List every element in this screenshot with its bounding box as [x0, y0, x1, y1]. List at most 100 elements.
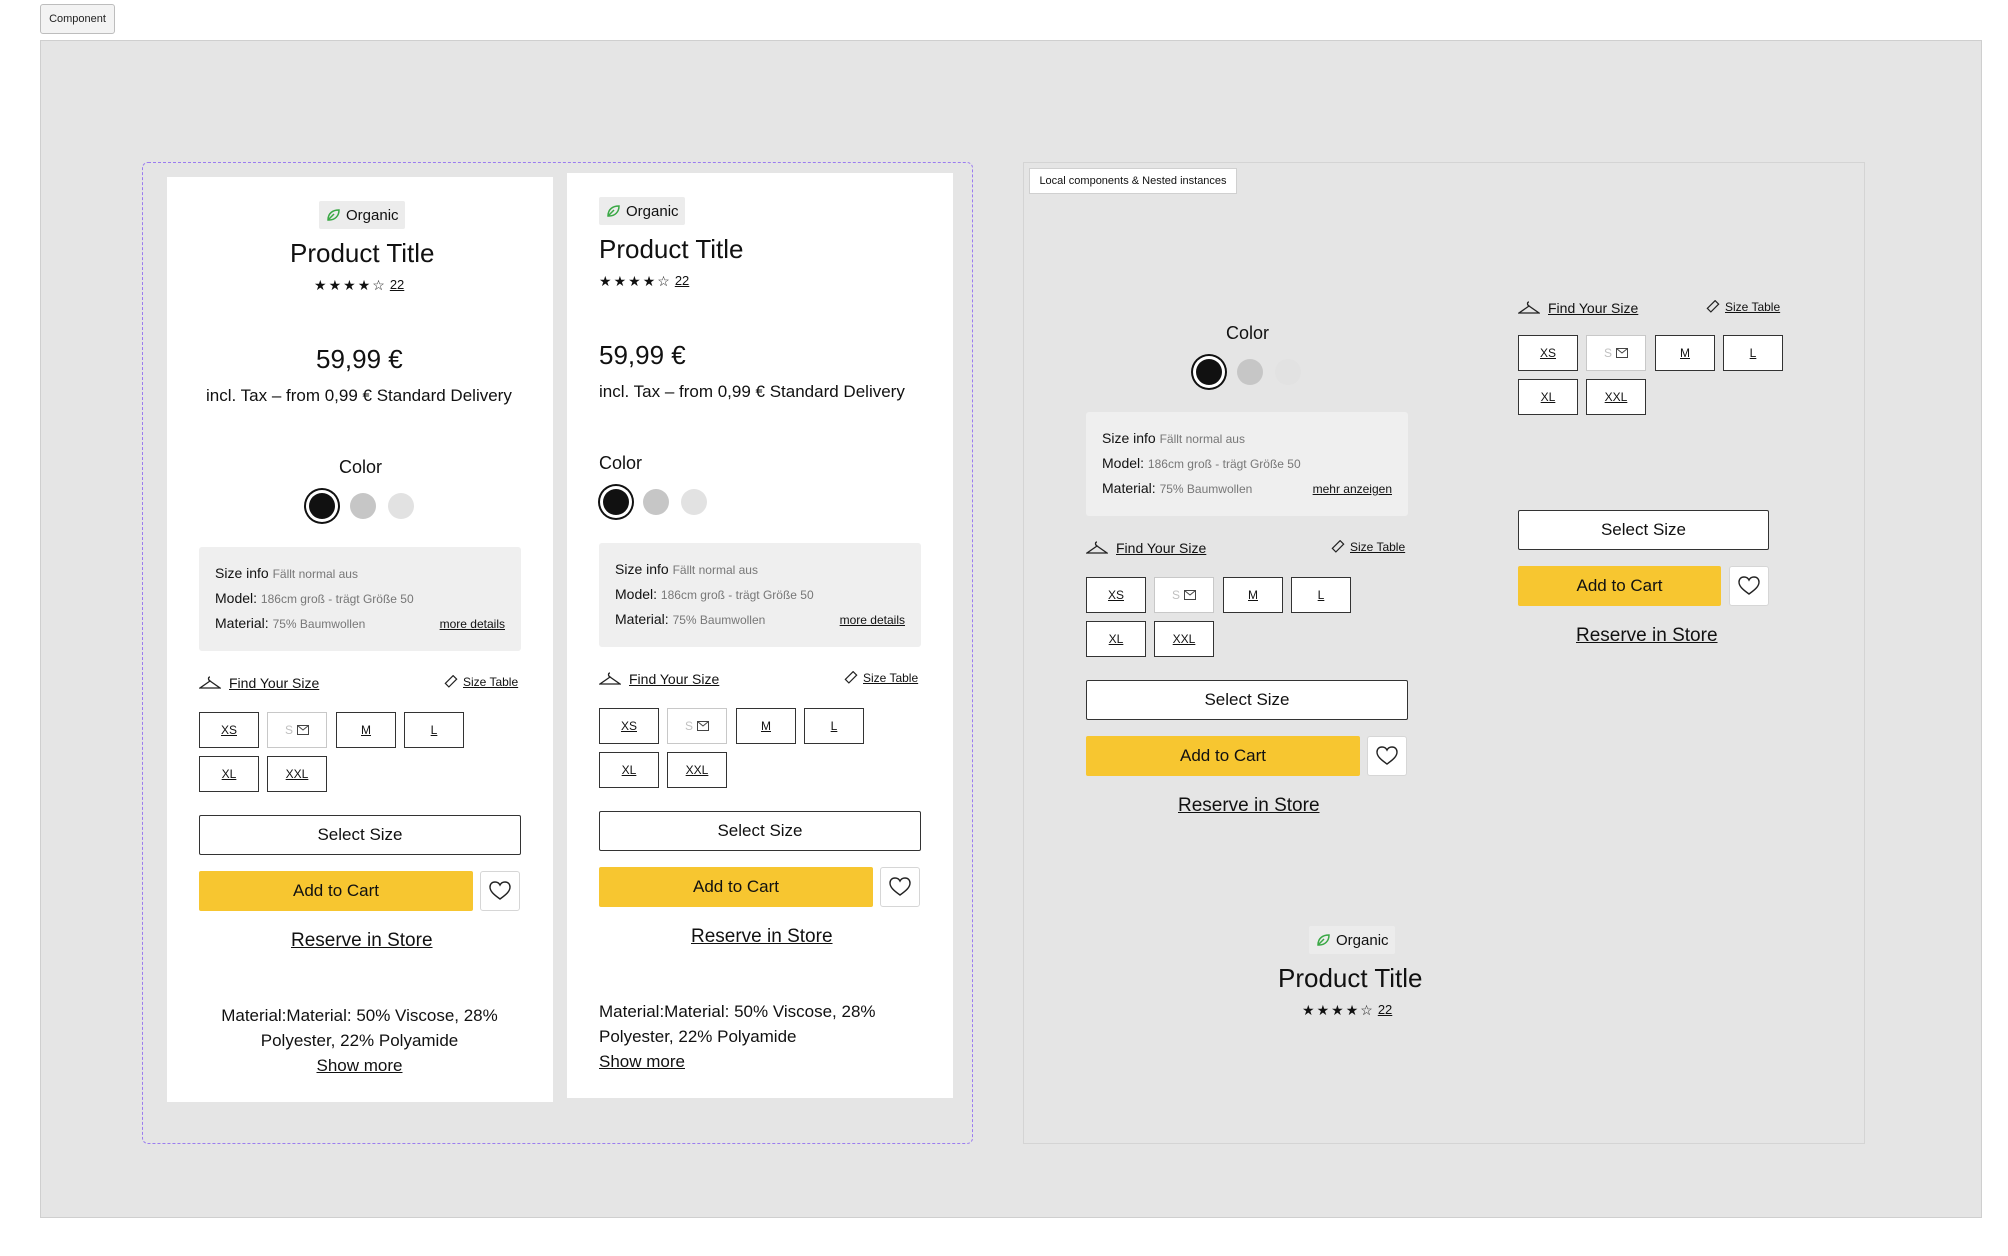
find-your-size-link[interactable]: Find Your Size	[199, 675, 319, 691]
size-xxl-button[interactable]: XXL	[267, 756, 327, 792]
wishlist-button[interactable]	[1729, 566, 1769, 606]
hanger-icon	[1086, 541, 1108, 554]
mehr-anzeigen-link[interactable]: mehr anzeigen	[1313, 482, 1392, 496]
find-your-size-label: Find Your Size	[1548, 300, 1639, 316]
size-m-button[interactable]: M	[1655, 335, 1715, 371]
size-table-label: Size Table	[1725, 300, 1781, 314]
reserve-in-store-link[interactable]: Reserve in Store	[1576, 625, 1718, 647]
show-more-link[interactable]: Show more	[317, 1056, 403, 1075]
more-details-link[interactable]: more details	[840, 613, 905, 627]
size-xl-button[interactable]: XL	[1518, 379, 1578, 415]
color-swatch-light-grey[interactable]	[681, 489, 707, 515]
local-components-label[interactable]: Local components & Nested instances	[1029, 168, 1237, 194]
size-l-button[interactable]: L	[1291, 577, 1351, 613]
heart-icon	[489, 881, 511, 900]
select-size-button[interactable]: Select Size	[599, 811, 921, 851]
size-xxl-button[interactable]: XXL	[1154, 621, 1214, 657]
color-swatch-light-grey[interactable]	[388, 493, 414, 519]
size-m-button[interactable]: M	[1223, 577, 1283, 613]
color-swatch-grey[interactable]	[1237, 359, 1263, 385]
size-m-button[interactable]: M	[736, 708, 796, 744]
size-info-box: Size info Fällt normal aus Model: 186cm …	[1086, 412, 1408, 516]
color-swatch-black[interactable]	[1196, 359, 1222, 385]
organic-badge: Organic	[319, 201, 405, 229]
size-s-button-unavailable[interactable]: S	[1586, 335, 1646, 371]
reserve-in-store-link[interactable]: Reserve in Store	[291, 930, 433, 952]
price: 59,99 €	[599, 340, 686, 370]
add-to-cart-button[interactable]: Add to Cart	[1086, 736, 1360, 776]
size-xxl-button[interactable]: XXL	[667, 752, 727, 788]
rating-stars[interactable]: ★ ★ ★ ★ ☆ 22	[599, 273, 689, 288]
more-details-link[interactable]: more details	[440, 617, 505, 631]
size-table-link[interactable]: Size Table	[444, 675, 518, 689]
material-sub: 75% Baumwollen	[272, 617, 366, 631]
find-your-size-link[interactable]: Find Your Size	[1518, 300, 1638, 316]
mail-icon	[1616, 348, 1628, 358]
star-icon: ★	[642, 272, 656, 289]
size-xs-button[interactable]: XS	[599, 708, 659, 744]
star-icon: ★	[1316, 1001, 1330, 1018]
model-label: Model:	[1102, 455, 1145, 471]
hanger-icon	[599, 672, 621, 685]
select-size-button[interactable]: Select Size	[1086, 680, 1408, 720]
product-title: Product Title	[1278, 963, 1423, 993]
color-swatch-grey[interactable]	[643, 489, 669, 515]
rating-count[interactable]: 22	[390, 277, 404, 292]
tax-info: incl. Tax – from 0,99 € Standard Deliver…	[599, 382, 905, 401]
model-sub: 186cm groß - trägt Größe 50	[260, 592, 414, 606]
size-xxl-button[interactable]: XXL	[1586, 379, 1646, 415]
mail-icon	[1184, 590, 1196, 600]
size-table-link[interactable]: Size Table	[844, 671, 918, 685]
size-m-button[interactable]: M	[336, 712, 396, 748]
rating-stars[interactable]: ★ ★ ★ ★ ☆ 22	[314, 277, 404, 292]
size-xl-button[interactable]: XL	[599, 752, 659, 788]
size-l-button[interactable]: L	[404, 712, 464, 748]
size-info-sub: Fällt normal aus	[1159, 432, 1245, 446]
size-xl-button[interactable]: XL	[199, 756, 259, 792]
ruler-icon	[1331, 540, 1345, 553]
wishlist-button[interactable]	[1367, 736, 1407, 776]
wishlist-button[interactable]	[880, 867, 920, 907]
heart-icon	[889, 877, 911, 896]
price: 59,99 €	[316, 344, 403, 374]
size-table-link[interactable]: Size Table	[1706, 300, 1780, 314]
organic-label: Organic	[346, 206, 399, 224]
color-swatch-black[interactable]	[603, 489, 629, 515]
add-to-cart-button[interactable]: Add to Cart	[599, 867, 873, 907]
add-to-cart-button[interactable]: Add to Cart	[199, 871, 473, 911]
size-s-button-unavailable[interactable]: S	[267, 712, 327, 748]
size-s-button-unavailable[interactable]: S	[667, 708, 727, 744]
star-icon: ★	[314, 276, 327, 293]
size-xl-button[interactable]: XL	[1086, 621, 1146, 657]
size-info-label: Size info	[1102, 430, 1156, 446]
component-frame-label[interactable]: Component	[40, 4, 115, 34]
select-size-button[interactable]: Select Size	[1518, 510, 1769, 550]
size-s-button-unavailable[interactable]: S	[1154, 577, 1214, 613]
size-xs-button[interactable]: XS	[1086, 577, 1146, 613]
color-swatch-black[interactable]	[309, 493, 335, 519]
color-swatch-light-grey[interactable]	[1275, 359, 1301, 385]
rating-count[interactable]: 22	[675, 273, 689, 288]
mail-icon	[297, 725, 309, 735]
select-size-button[interactable]: Select Size	[199, 815, 521, 855]
find-your-size-link[interactable]: Find Your Size	[1086, 540, 1206, 556]
material-sub: 75% Baumwollen	[672, 613, 766, 627]
reserve-in-store-link[interactable]: Reserve in Store	[691, 926, 833, 948]
leaf-icon	[327, 209, 340, 221]
find-your-size-link[interactable]: Find Your Size	[599, 671, 719, 687]
material-text: Material:Material: 50% Viscose, 28% Poly…	[221, 1006, 498, 1050]
material-label: Material:	[1102, 480, 1156, 496]
size-xs-button[interactable]: XS	[1518, 335, 1578, 371]
size-l-button[interactable]: L	[1723, 335, 1783, 371]
color-swatch-grey[interactable]	[350, 493, 376, 519]
size-table-link[interactable]: Size Table	[1331, 540, 1405, 554]
show-more-link[interactable]: Show more	[599, 1052, 685, 1071]
rating-stars[interactable]: ★ ★ ★ ★ ☆ 22	[1302, 1002, 1392, 1017]
wishlist-button[interactable]	[480, 871, 520, 911]
product-title: Product Title	[599, 234, 744, 264]
add-to-cart-button[interactable]: Add to Cart	[1518, 566, 1721, 606]
size-l-button[interactable]: L	[804, 708, 864, 744]
rating-count[interactable]: 22	[1378, 1002, 1392, 1017]
reserve-in-store-link[interactable]: Reserve in Store	[1178, 795, 1320, 817]
size-xs-button[interactable]: XS	[199, 712, 259, 748]
